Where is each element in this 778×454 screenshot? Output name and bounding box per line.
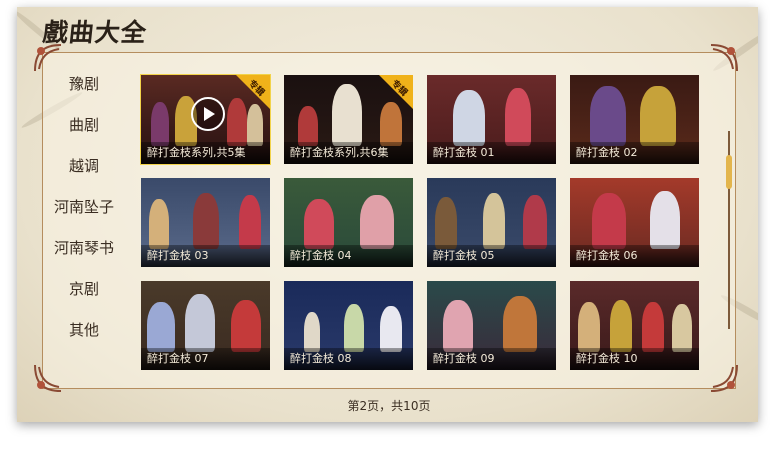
sidebar-item-yuediao[interactable]: 越调 [44, 146, 124, 187]
video-title: 醉打金枝 05 [427, 245, 556, 267]
album-badge: 专辑 [379, 75, 413, 109]
scrollbar-thumb[interactable] [726, 155, 732, 189]
album-badge: 专辑 [236, 75, 270, 109]
video-title: 醉打金枝系列,共5集 [141, 142, 270, 164]
sidebar-item-other[interactable]: 其他 [44, 310, 124, 351]
video-tile[interactable]: 醉打金枝 05 [427, 178, 556, 267]
sidebar-item-henan-zhuizi[interactable]: 河南坠子 [44, 187, 124, 228]
video-title: 醉打金枝系列,共6集 [284, 142, 413, 164]
video-tile[interactable]: 醉打金枝 01 [427, 75, 556, 164]
video-title: 醉打金枝 09 [427, 348, 556, 370]
play-icon [190, 97, 225, 132]
video-title: 醉打金枝 10 [570, 348, 699, 370]
video-title: 醉打金枝 04 [284, 245, 413, 267]
video-tile[interactable]: 醉打金枝 08 [284, 281, 413, 370]
corner-ornament-icon [33, 363, 63, 393]
video-title: 醉打金枝 08 [284, 348, 413, 370]
corner-ornament-icon [709, 363, 739, 393]
sidebar-item-henan-qinshu[interactable]: 河南琴书 [44, 228, 124, 269]
video-tile[interactable]: 醉打金枝 10 [570, 281, 699, 370]
video-title: 醉打金枝 01 [427, 142, 556, 164]
video-tile[interactable]: 醉打金枝 07 [141, 281, 270, 370]
video-tile[interactable]: 醉打金枝 09 [427, 281, 556, 370]
corner-ornament-icon [709, 43, 739, 73]
video-tile[interactable]: 醉打金枝 02 [570, 75, 699, 164]
video-title: 醉打金枝 02 [570, 142, 699, 164]
video-tile[interactable]: 专辑 醉打金枝系列,共6集 [284, 75, 413, 164]
video-tile[interactable]: 专辑 醉打金枝系列,共5集 [140, 74, 271, 165]
video-tile[interactable]: 醉打金枝 06 [570, 178, 699, 267]
video-title: 醉打金枝 07 [141, 348, 270, 370]
video-title: 醉打金枝 06 [570, 245, 699, 267]
video-tile[interactable]: 醉打金枝 04 [284, 178, 413, 267]
page-indicator: 第2页，共10页 [347, 399, 431, 413]
sidebar-item-quju[interactable]: 曲剧 [44, 105, 124, 146]
sidebar-item-yuju[interactable]: 豫剧 [44, 64, 124, 105]
video-title: 醉打金枝 03 [141, 245, 270, 267]
sidebar-item-jingju[interactable]: 京剧 [44, 269, 124, 310]
category-sidebar: 豫剧 曲剧 越调 河南坠子 河南琴书 京剧 其他 [44, 64, 124, 351]
video-tile[interactable]: 醉打金枝 03 [141, 178, 270, 267]
